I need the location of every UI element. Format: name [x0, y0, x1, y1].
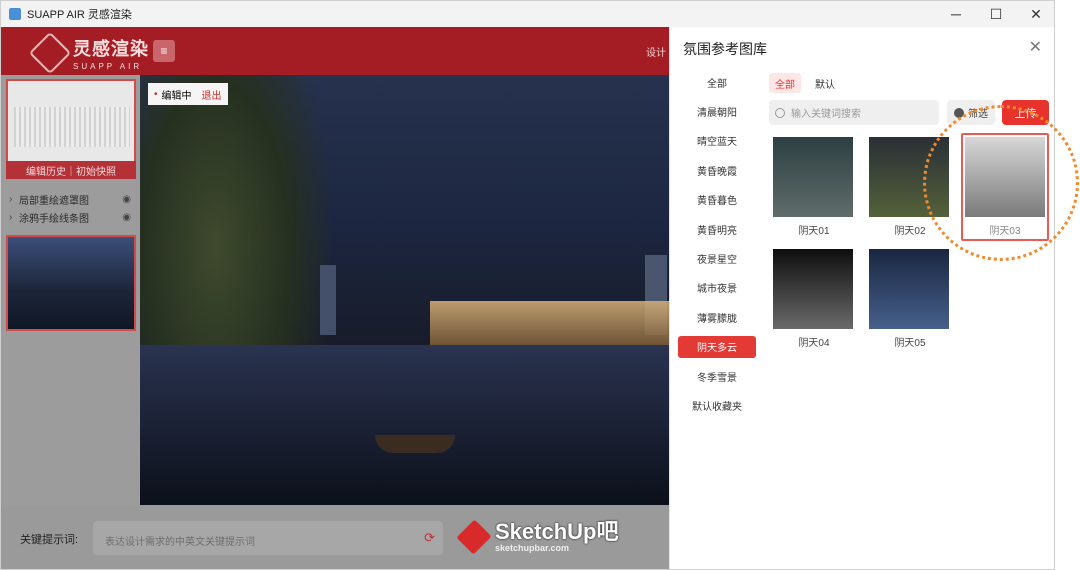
category-item[interactable]: 清晨朝阳	[678, 100, 756, 122]
tile-label: 阴天05	[894, 338, 926, 349]
category-item[interactable]: 城市夜景	[678, 277, 756, 299]
history-bar[interactable]: 编辑历史｜初始快照	[6, 161, 136, 179]
gallery-tile[interactable]: 阴天04	[773, 249, 855, 349]
status-dot-icon: •	[154, 88, 158, 100]
gallery-tile[interactable]: 阴天01	[773, 137, 855, 237]
filter-icon	[954, 107, 964, 118]
category-item[interactable]: 冬季雪景	[678, 365, 756, 387]
prompt-input[interactable]: 表达设计需求的中英文关键提示词 ⟳	[93, 521, 443, 555]
chevron-right-icon: ›	[9, 211, 13, 223]
filter-label: 筛选	[968, 109, 988, 120]
logo-mark-icon	[28, 31, 72, 75]
logo: 灵感渲染 SUAPP AIR	[28, 31, 149, 75]
layer-label: 局部重绘遮罩图	[19, 195, 89, 207]
sketch-lines	[14, 107, 130, 147]
gallery-content: 全部 默认 输入关键词搜索 筛选 上传 阴天01 阴天02 阴天03 阴天04 阴天05	[763, 71, 1054, 569]
building	[430, 301, 669, 347]
search-input[interactable]: 输入关键词搜索	[769, 100, 939, 125]
title-bar: SUAPP AIR 灵感渲染 ─ ☐ ✕	[1, 1, 1054, 27]
prompt-placeholder: 表达设计需求的中英文关键提示词	[105, 537, 255, 548]
left-panel: 编辑历史｜初始快照 › 局部重绘遮罩图 ◉ › 涂鸦手绘线条图 ◉	[1, 75, 139, 505]
watermark: SketchUp吧 sketchupbar.com	[456, 519, 619, 555]
watermark-url: sketchupbar.com	[495, 543, 570, 553]
watermark-text: SketchUp吧	[495, 519, 619, 544]
watermark-logo-icon	[456, 519, 492, 555]
tile-label: 阴天02	[894, 226, 926, 237]
edit-status-badge: • 编辑中 退出	[148, 83, 228, 105]
tile-image	[773, 249, 853, 329]
minimize-icon[interactable]: ─	[936, 1, 976, 27]
tile-image	[965, 137, 1045, 217]
category-item[interactable]: 黄昏明亮	[678, 218, 756, 240]
exit-button[interactable]: 退出	[202, 87, 222, 102]
layer-row[interactable]: › 局部重绘遮罩图 ◉	[9, 191, 135, 207]
edit-status-label: 编辑中	[161, 90, 192, 102]
drawer-title: 氛围参考图库	[683, 41, 767, 57]
search-icon	[775, 107, 785, 118]
eye-icon[interactable]: ◉	[122, 212, 131, 223]
category-item[interactable]: 默认收藏夹	[678, 394, 756, 416]
layer-label: 涂鸦手绘线条图	[19, 213, 89, 225]
atmosphere-drawer: 氛围参考图库 ✕ 全部 清晨朝阳 晴空蓝天 黄昏晚霞 黄昏暮色 黄昏明亮 夜景星空 城市夜景薄…	[669, 27, 1054, 569]
maximize-icon[interactable]: ☐	[976, 1, 1016, 27]
chevron-right-icon: ›	[9, 193, 13, 205]
category-item[interactable]: 夜景星空	[678, 247, 756, 269]
logo-text-en: SUAPP AIR	[73, 62, 143, 71]
tile-label: 阴天03	[989, 226, 1021, 237]
gallery-tile[interactable]: 阴天03	[961, 133, 1049, 241]
render-canvas[interactable]: • 编辑中 退出	[140, 75, 669, 505]
tile-label: 阴天01	[798, 226, 830, 237]
logo-text-cn: 灵感渲染	[73, 39, 149, 59]
app-icon	[9, 8, 21, 20]
category-item[interactable]: 阴天多云	[678, 335, 756, 358]
tile-image	[869, 249, 949, 329]
category-item[interactable]: 全部	[678, 71, 756, 93]
close-window-icon[interactable]: ✕	[1016, 1, 1054, 27]
prompt-label: 关键提示词:	[20, 534, 79, 546]
gallery-tile[interactable]: 阴天05	[869, 249, 951, 349]
category-item[interactable]: 黄昏暮色	[678, 189, 756, 211]
layer-row[interactable]: › 涂鸦手绘线条图 ◉	[9, 209, 135, 225]
boat	[375, 435, 455, 453]
menu-button[interactable]: ≡	[153, 40, 175, 62]
upload-button[interactable]: 上传	[1002, 100, 1049, 125]
gallery-tile[interactable]: 阴天02	[869, 137, 951, 237]
tower	[320, 265, 336, 335]
category-list: 全部清晨朝阳晴空蓝天黄昏晚霞黄昏暮色黄昏明亮夜景星空城市夜景薄雾朦胧阴天多云冬季…	[670, 71, 763, 569]
water	[140, 345, 669, 505]
refresh-icon[interactable]: ⟳	[424, 530, 435, 546]
design-label[interactable]: 设计	[646, 44, 666, 59]
search-placeholder: 输入关键词搜索	[791, 109, 861, 120]
tile-image	[773, 137, 853, 217]
window-title: SUAPP AIR 灵感渲染	[27, 9, 132, 21]
eye-icon[interactable]: ◉	[122, 194, 131, 205]
filter-button[interactable]: 筛选	[947, 100, 995, 125]
main-app: 灵感渲染 SUAPP AIR ≡ 设计 编辑历史｜初始快照 › 局部重绘遮罩图 …	[1, 27, 669, 569]
close-icon[interactable]: ✕	[1029, 37, 1042, 57]
tile-image	[869, 137, 949, 217]
category-item[interactable]: 薄雾朦胧	[678, 306, 756, 328]
prompt-bar: 关键提示词: 表达设计需求的中英文关键提示词 ⟳ SketchUp吧 sketc…	[1, 505, 669, 569]
render-thumbnail[interactable]	[6, 235, 136, 331]
category-item[interactable]: 黄昏晚霞	[678, 159, 756, 181]
app-window: SUAPP AIR 灵感渲染 ─ ☐ ✕ 灵感渲染 SUAPP AIR ≡ 设计…	[0, 0, 1055, 570]
tile-label: 阴天04	[798, 338, 830, 349]
app-header: 灵感渲染 SUAPP AIR ≡ 设计	[1, 27, 669, 75]
tab-all[interactable]: 全部	[769, 73, 801, 93]
tab-default[interactable]: 默认	[809, 73, 841, 93]
category-item[interactable]: 晴空蓝天	[678, 130, 756, 152]
